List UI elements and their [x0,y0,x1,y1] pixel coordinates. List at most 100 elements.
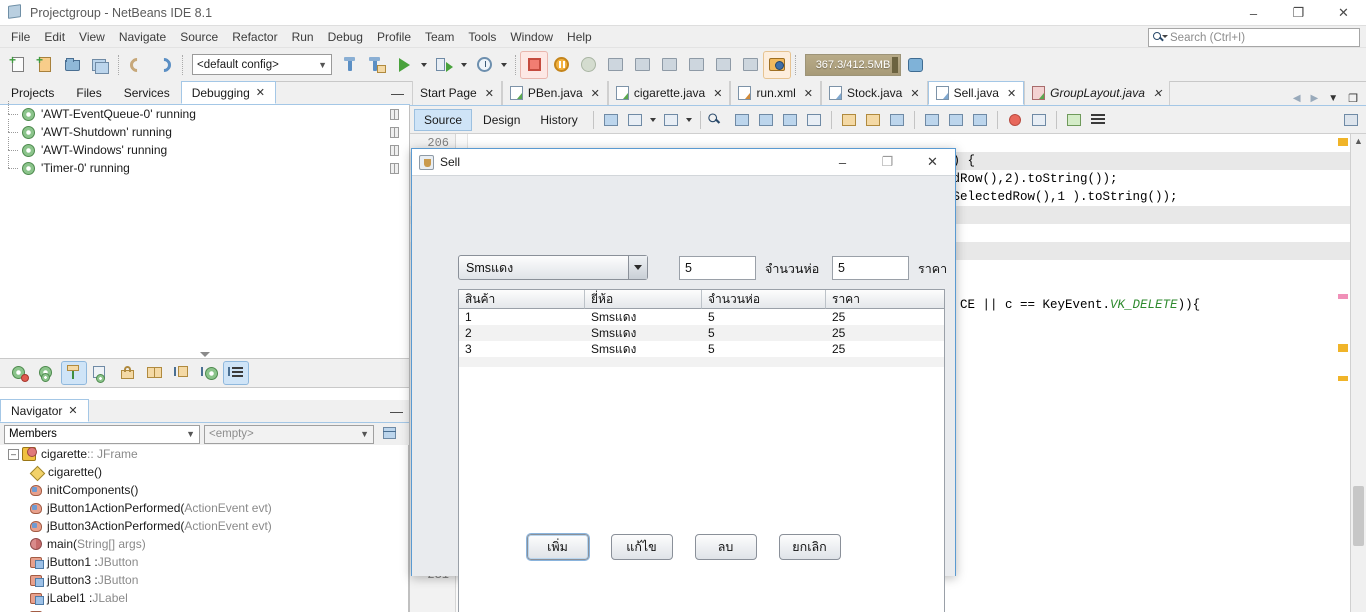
menu-edit[interactable]: Edit [37,28,72,46]
menu-team[interactable]: Team [418,28,461,46]
navigator-scope-select[interactable]: Members ▼ [4,424,200,444]
tab-files[interactable]: Files [65,81,113,104]
scroll-up-icon[interactable]: ▲ [1351,134,1366,148]
list-item[interactable]: jLabel1 : JLabel [0,589,408,607]
close-icon[interactable]: ✕ [713,87,722,100]
step-over-button[interactable] [602,52,628,78]
table-row[interactable]: 3 Smsแดง 5 25 [459,341,944,357]
thread-row[interactable]: 'AWT-Windows' running [0,137,409,159]
tab-list-icon[interactable]: ▼ [1328,93,1338,104]
cancel-button[interactable]: ยกเลิก [778,534,841,560]
new-project-button[interactable]: + [33,52,59,78]
table-header-cell[interactable]: สินค้า [459,290,585,309]
continue-button[interactable] [575,52,601,78]
suspend-settings-button[interactable] [35,362,59,384]
previous-bookmark-button[interactable] [731,109,753,130]
close-icon[interactable]: ✕ [1153,87,1162,100]
product-select[interactable]: Smsแดง [458,255,648,280]
annotation-marker[interactable] [1338,344,1348,352]
tab-debugging[interactable]: Debugging ✕ [180,81,276,104]
sell-table[interactable]: สินค้า ยี่ห้อ จำนวนห่อ ราคา 1 Smsแดง 5 2… [458,289,945,612]
dialog-close-button[interactable]: ✕ [910,149,955,176]
thread-state-icon[interactable] [390,162,399,174]
add-button[interactable]: เพิ่ม [525,533,590,561]
thread-state-icon[interactable] [390,126,399,138]
minimize-pane-icon[interactable]: — [390,404,403,419]
annotation-marker[interactable] [1338,138,1348,146]
comment-button[interactable] [624,109,646,130]
editor-vertical-scrollbar[interactable]: ▲ [1350,134,1366,612]
list-item[interactable]: cigarette() [0,463,408,481]
stop-button[interactable] [520,50,548,79]
show-thread-groups-button[interactable] [143,362,167,384]
list-item[interactable]: jButton1ActionPerformed( ActionEvent evt… [0,499,408,517]
delete-button[interactable]: ลบ [694,534,757,560]
refactor-button[interactable] [600,109,622,130]
show-system-threads-button[interactable] [197,362,221,384]
next-error-button[interactable] [862,109,884,130]
annotation-marker[interactable] [1338,376,1348,381]
quantity-input[interactable]: 5 [679,256,756,280]
list-item[interactable] [0,607,408,612]
list-item[interactable]: jButton3ActionPerformed( ActionEvent evt… [0,517,408,535]
table-header-cell[interactable]: จำนวนห่อ [702,290,826,309]
toggle-bookmark-button[interactable] [779,109,801,130]
navigator-filter-input[interactable]: <empty> ▼ [204,424,374,444]
close-icon[interactable]: ✕ [485,87,494,100]
back-button[interactable] [921,109,943,130]
close-icon[interactable]: ✕ [256,86,265,99]
toggle-editor-toolbar-button[interactable] [1344,109,1366,130]
toggle-highlight-button[interactable] [1087,109,1109,130]
minimize-pane-icon[interactable]: — [391,86,404,101]
dialog-minimize-button[interactable]: – [820,149,865,176]
toggle-rect-selection-button[interactable] [969,109,991,130]
view-tab-source[interactable]: Source [414,108,473,131]
chevron-down-icon[interactable] [628,256,647,279]
price-input[interactable]: 5 [832,256,909,280]
close-icon[interactable]: ✕ [910,87,919,100]
stop-editor-button[interactable] [1028,109,1050,130]
shift-line-right-button[interactable] [803,109,825,130]
table-header-cell[interactable]: ราคา [826,290,944,309]
thread-state-icon[interactable] [390,144,399,156]
view-tab-design[interactable]: Design [474,110,529,130]
menu-run[interactable]: Run [285,28,321,46]
run-project-button[interactable] [391,52,417,78]
forward-button[interactable] [945,109,967,130]
editor-tab-cigarette-java[interactable]: cigarette.java ✕ [607,81,731,105]
navigator-options-button[interactable] [378,423,402,445]
save-all-button[interactable] [87,52,113,78]
table-header-cell[interactable]: ยี่ห้อ [585,290,702,309]
editor-tab-start-page[interactable]: Start Page ✕ [412,81,502,105]
list-item[interactable]: jButton3 : JButton [0,571,408,589]
sort-threads-button[interactable] [223,361,249,385]
memory-gauge[interactable]: 367.3/412.5MB [805,53,901,76]
debug-dropdown-button[interactable] [458,52,470,78]
search-input[interactable]: Search (Ctrl+I) [1148,28,1360,47]
garbage-collect-button[interactable] [902,52,928,78]
step-out-button[interactable] [656,52,682,78]
list-item[interactable]: main( String[] args) [0,535,408,553]
menu-navigate[interactable]: Navigate [112,28,173,46]
evaluate-expression-button[interactable] [710,52,736,78]
step-into-button[interactable] [629,52,655,78]
comment-dropdown[interactable] [648,109,658,130]
scroll-tabs-left-icon[interactable]: ◀ [1293,93,1301,104]
build-project-button[interactable] [337,52,363,78]
menu-tools[interactable]: Tools [461,28,503,46]
close-icon[interactable]: ✕ [804,87,813,100]
maximize-editor-icon[interactable]: ❐ [1348,92,1358,105]
menu-refactor[interactable]: Refactor [225,28,284,46]
config-select[interactable]: <default config> ▼ [192,54,332,75]
menu-debug[interactable]: Debug [321,28,370,46]
menu-file[interactable]: File [4,28,37,46]
close-icon[interactable]: ✕ [68,404,77,417]
thread-row[interactable]: 'AWT-EventQueue-0' running [0,101,409,123]
inspect-button[interactable] [1063,109,1085,130]
pause-button[interactable] [548,52,574,78]
run-dropdown-button[interactable] [418,52,430,78]
editor-tab-grouplayout-java[interactable]: GroupLayout.java ✕ [1024,81,1171,105]
close-icon[interactable]: ✕ [591,87,600,100]
list-item[interactable]: jButton1 : JButton [0,553,408,571]
menu-profile[interactable]: Profile [370,28,418,46]
